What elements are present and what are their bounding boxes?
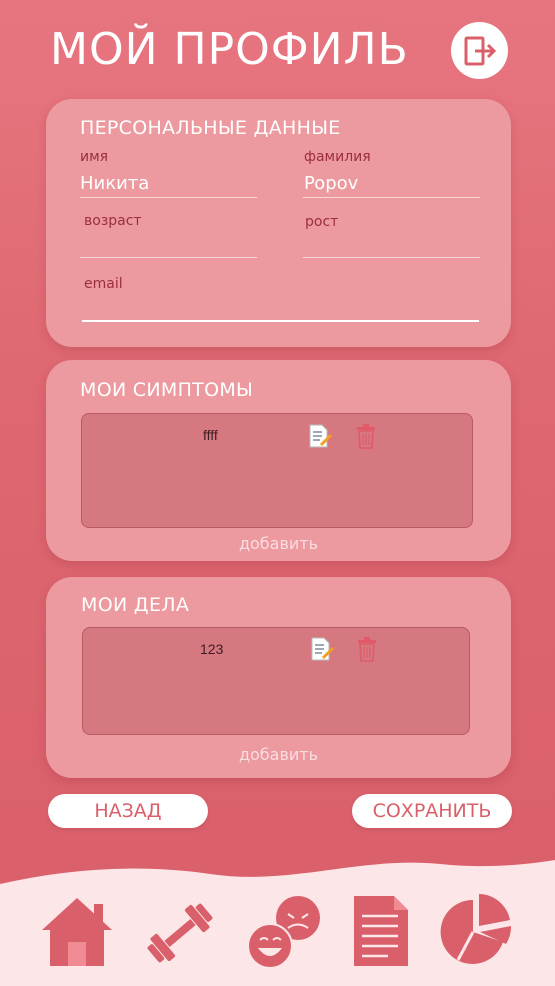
tasks-list[interactable]: 123 bbox=[82, 627, 470, 735]
symptom-item-text: ffff bbox=[203, 427, 218, 443]
trash-icon[interactable] bbox=[354, 636, 380, 662]
nav-stats[interactable] bbox=[440, 894, 512, 968]
tasks-title: МОИ ДЕЛА bbox=[81, 594, 190, 616]
personal-data-card: ПЕРСОНАЛЬНЫЕ ДАННЫЕ имя Никита фамилия P… bbox=[46, 99, 511, 347]
height-underline bbox=[303, 257, 480, 258]
first-name-field[interactable]: Никита bbox=[80, 173, 256, 194]
last-name-field[interactable]: Popov bbox=[304, 173, 480, 194]
symptoms-list[interactable]: ffff bbox=[81, 413, 473, 528]
logout-button[interactable] bbox=[451, 22, 508, 79]
nav-mood[interactable] bbox=[246, 894, 322, 970]
symptoms-card: МОИ СИМПТОМЫ ffff добавить bbox=[46, 360, 511, 561]
trash-icon[interactable] bbox=[353, 423, 379, 449]
mood-faces-icon bbox=[247, 896, 320, 969]
document-icon bbox=[354, 896, 408, 966]
last-name-label: фамилия bbox=[304, 149, 371, 165]
bottom-nav bbox=[0, 860, 555, 986]
nav-home[interactable] bbox=[40, 896, 114, 968]
age-underline bbox=[80, 257, 257, 258]
email-underline bbox=[82, 320, 479, 322]
edit-icon[interactable] bbox=[309, 636, 335, 662]
page-title: МОЙ ПРОФИЛЬ bbox=[50, 24, 409, 75]
nav-notes[interactable] bbox=[352, 894, 410, 968]
add-symptom-link[interactable]: добавить bbox=[46, 534, 511, 553]
age-label: возраст bbox=[84, 213, 142, 229]
back-button[interactable]: НАЗАД bbox=[48, 794, 208, 828]
symptoms-title: МОИ СИМПТОМЫ bbox=[80, 379, 254, 401]
dumbbell-icon bbox=[147, 903, 213, 963]
pie-chart-icon bbox=[440, 894, 512, 964]
first-name-underline bbox=[80, 197, 257, 198]
last-name-underline bbox=[303, 197, 480, 198]
tasks-card: МОИ ДЕЛА 123 добавить bbox=[46, 577, 511, 778]
height-field[interactable] bbox=[304, 233, 480, 255]
personal-data-title: ПЕРСОНАЛЬНЫЕ ДАННЫЕ bbox=[80, 117, 341, 139]
home-icon bbox=[42, 898, 112, 966]
edit-icon[interactable] bbox=[307, 423, 333, 449]
nav-workout[interactable] bbox=[143, 898, 217, 968]
first-name-label: имя bbox=[80, 149, 109, 165]
task-item-text: 123 bbox=[200, 641, 224, 657]
email-field[interactable] bbox=[82, 295, 478, 317]
add-task-link[interactable]: добавить bbox=[46, 745, 511, 764]
age-field[interactable] bbox=[80, 233, 256, 255]
email-label: email bbox=[84, 276, 123, 292]
height-label: рост bbox=[305, 214, 339, 230]
save-button[interactable]: СОХРАНИТЬ bbox=[352, 794, 512, 828]
logout-icon bbox=[464, 36, 496, 65]
